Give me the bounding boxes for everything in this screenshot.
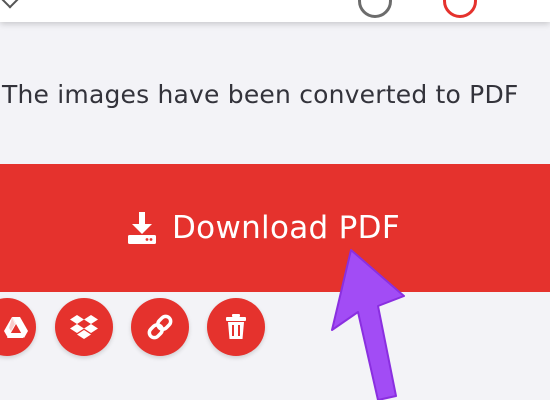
page: The images have been converted to PDF Do…	[0, 0, 550, 400]
save-to-google-drive-button[interactable]	[0, 298, 36, 356]
dropbox-icon	[70, 314, 98, 340]
header-bar	[0, 0, 550, 22]
download-button-content: Download PDF	[126, 210, 400, 246]
save-to-dropbox-button[interactable]	[55, 298, 113, 356]
pointer-arrow-icon	[331, 249, 405, 400]
google-drive-icon	[4, 316, 28, 338]
download-button-label: Download PDF	[172, 210, 400, 246]
user-avatar-icon[interactable]	[358, 0, 392, 18]
link-icon	[146, 313, 174, 341]
back-chevron-icon[interactable]	[1, 0, 19, 9]
trash-icon	[225, 314, 247, 340]
copy-link-button[interactable]	[131, 298, 189, 356]
conversion-message: The images have been converted to PDF	[2, 80, 519, 109]
delete-button[interactable]	[207, 298, 265, 356]
download-icon	[126, 211, 158, 245]
download-pdf-button[interactable]: Download PDF	[0, 164, 550, 292]
notification-avatar-icon[interactable]	[443, 0, 477, 18]
